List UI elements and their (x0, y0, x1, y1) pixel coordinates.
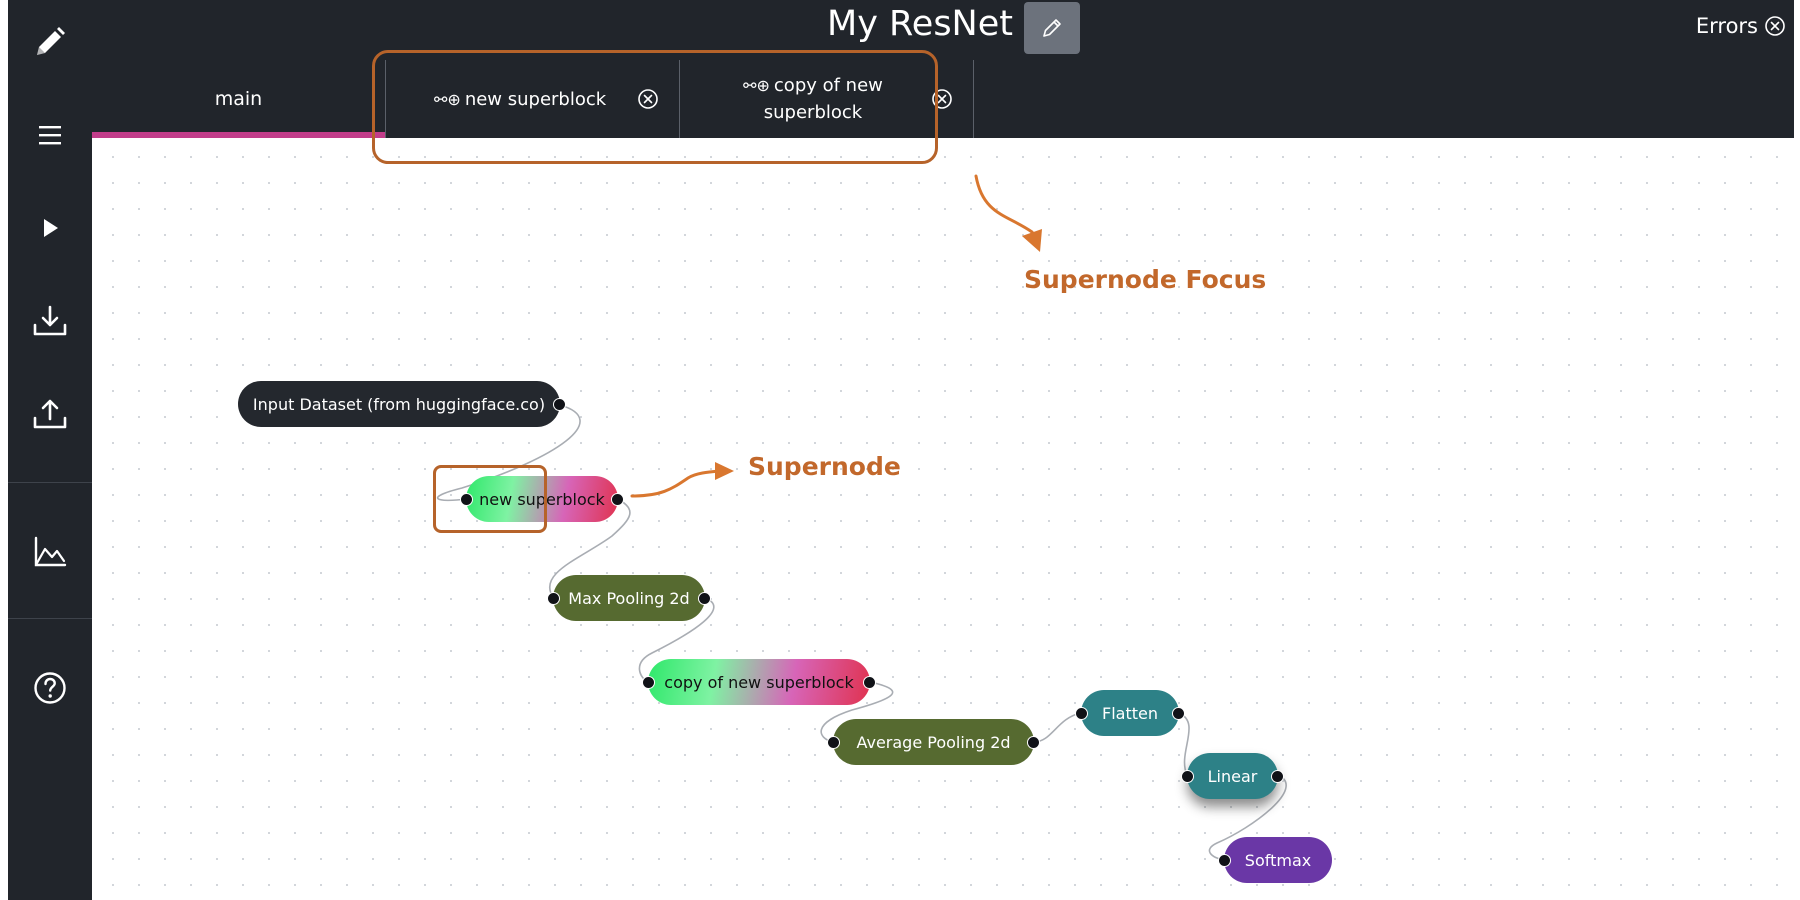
sidebar-edit-button[interactable] (8, 10, 92, 74)
sidebar-menu-button[interactable] (8, 103, 92, 167)
supernode-annotation: Supernode (748, 452, 901, 481)
line-chart-icon (34, 536, 67, 567)
hamburger-menu-icon (39, 126, 61, 145)
upload-icon (33, 399, 67, 429)
tab-bar: main ⚯⊕ new superblock ⚯⊕ copy of new sup… (92, 60, 1794, 138)
sidebar-download-button[interactable] (8, 289, 92, 353)
edge-layer (436, 404, 1287, 861)
node-softmax[interactable]: Softmax (1218, 837, 1332, 883)
node-label: Softmax (1244, 850, 1312, 870)
sidebar-run-button[interactable] (8, 196, 92, 260)
tab-label: main (214, 88, 263, 110)
node-output-port[interactable] (1172, 707, 1185, 720)
help-circle-icon (34, 672, 66, 704)
node-linear[interactable]: Linear (1181, 753, 1284, 799)
close-circle-icon (1765, 16, 1785, 36)
node-input-port[interactable] (827, 736, 840, 749)
node-output-port[interactable] (698, 592, 711, 605)
node-output-port[interactable] (1271, 770, 1284, 783)
node-label: Flatten (1102, 703, 1158, 723)
node-input-port[interactable] (1181, 770, 1194, 783)
node-label: Input Dataset (from huggingface.co) (252, 394, 546, 414)
supernode-focus-highlight-box (372, 50, 938, 164)
node-input-dataset[interactable]: Input Dataset (from huggingface.co) (238, 381, 566, 427)
errors-button[interactable]: Errors (1696, 14, 1786, 38)
supernode-focus-annotation: Supernode Focus (1024, 265, 1267, 294)
edit-title-button[interactable] (1024, 2, 1080, 54)
tab-separator (973, 60, 974, 138)
node-output-port[interactable] (553, 398, 566, 411)
pencil-icon (1043, 19, 1061, 37)
sidebar-divider (8, 618, 92, 619)
node-average-pooling-2d[interactable]: Average Pooling 2d (827, 719, 1040, 765)
header: My ResNet Errors (92, 0, 1794, 60)
node-output-port[interactable] (863, 676, 876, 689)
project-title: My ResNet (827, 4, 1013, 44)
sidebar-upload-button[interactable] (8, 382, 92, 446)
tab-main[interactable]: main (92, 60, 385, 138)
node-label: Linear (1207, 766, 1258, 786)
supernode-highlight-box (433, 465, 547, 533)
app-frame: My ResNet Errors main ⚯⊕ new superblock (8, 0, 1794, 900)
graph-canvas[interactable]: Input Dataset (from huggingface.co) new … (92, 138, 1794, 900)
node-input-port[interactable] (1075, 707, 1088, 720)
download-icon (33, 305, 67, 336)
node-output-port[interactable] (611, 493, 624, 506)
sidebar (8, 0, 92, 900)
node-input-port[interactable] (642, 676, 655, 689)
sidebar-divider (8, 482, 92, 483)
node-output-port[interactable] (1027, 736, 1040, 749)
play-icon (44, 219, 58, 237)
node-input-port[interactable] (547, 592, 560, 605)
sidebar-help-button[interactable] (8, 656, 92, 720)
node-flatten[interactable]: Flatten (1075, 690, 1185, 736)
edge (1033, 712, 1082, 743)
node-label: copy of new superblock (664, 672, 854, 692)
errors-label: Errors (1695, 14, 1758, 38)
sidebar-chart-button[interactable] (8, 520, 92, 584)
node-label: Max Pooling 2d (568, 588, 690, 608)
node-input-port[interactable] (1218, 854, 1231, 867)
edge (1178, 712, 1190, 776)
node-label: Average Pooling 2d (856, 732, 1011, 752)
pencil-icon (37, 27, 65, 55)
node-max-pooling-2d[interactable]: Max Pooling 2d (547, 575, 711, 621)
node-copy-of-new-superblock[interactable]: copy of new superblock (642, 659, 876, 705)
